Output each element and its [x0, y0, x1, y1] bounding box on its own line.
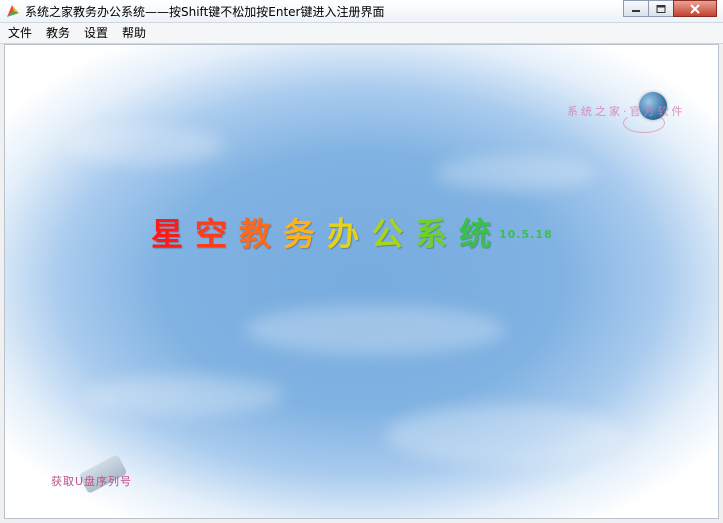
close-button[interactable]: [673, 0, 717, 17]
cloud: [65, 125, 225, 165]
splash-title: 星空教务办公系统: [151, 209, 503, 255]
logo-text: 系统之家·官方软件: [567, 105, 686, 118]
maximize-button[interactable]: [648, 0, 674, 17]
title-char: 系: [415, 215, 460, 253]
minimize-button[interactable]: [623, 0, 649, 17]
maximize-icon: [656, 4, 666, 13]
menu-help[interactable]: 帮助: [116, 23, 152, 43]
minimize-icon: [632, 9, 640, 12]
title-bar[interactable]: 系统之家教务办公系统——按Shift键不松加按Enter键进入注册界面: [0, 0, 723, 23]
close-icon: [690, 3, 700, 14]
menu-bar: 文件 教务 设置 帮助: [0, 23, 723, 44]
menu-settings[interactable]: 设置: [78, 23, 114, 43]
usb-serial-text: 获取U盘序列号: [51, 475, 133, 488]
title-char: 星: [151, 215, 196, 253]
title-char: 统: [459, 215, 504, 253]
cloud: [85, 375, 285, 415]
app-window: 系统之家教务办公系统——按Shift键不松加按Enter键进入注册界面 文件 教…: [0, 0, 723, 523]
window-title: 系统之家教务办公系统——按Shift键不松加按Enter键进入注册界面: [25, 5, 385, 19]
brand-logo: 系统之家·官方软件: [561, 87, 701, 145]
window-controls: [623, 0, 717, 17]
title-char: 公: [371, 215, 416, 253]
app-icon: [7, 5, 19, 17]
title-char: 务: [283, 215, 328, 253]
cloud: [435, 155, 595, 191]
title-char: 教: [239, 215, 284, 253]
menu-academic[interactable]: 教务: [40, 23, 76, 43]
menu-file[interactable]: 文件: [2, 23, 38, 43]
splash-area: 系统之家·官方软件 星空教务办公系统 10.5.18 获取U盘序列号: [4, 44, 719, 519]
title-char: 办: [327, 215, 372, 253]
version-label: 10.5.18: [499, 228, 553, 241]
cloud: [385, 405, 625, 465]
title-char: 空: [195, 215, 240, 253]
cloud: [245, 305, 505, 355]
usb-serial-link[interactable]: 获取U盘序列号: [51, 453, 171, 495]
